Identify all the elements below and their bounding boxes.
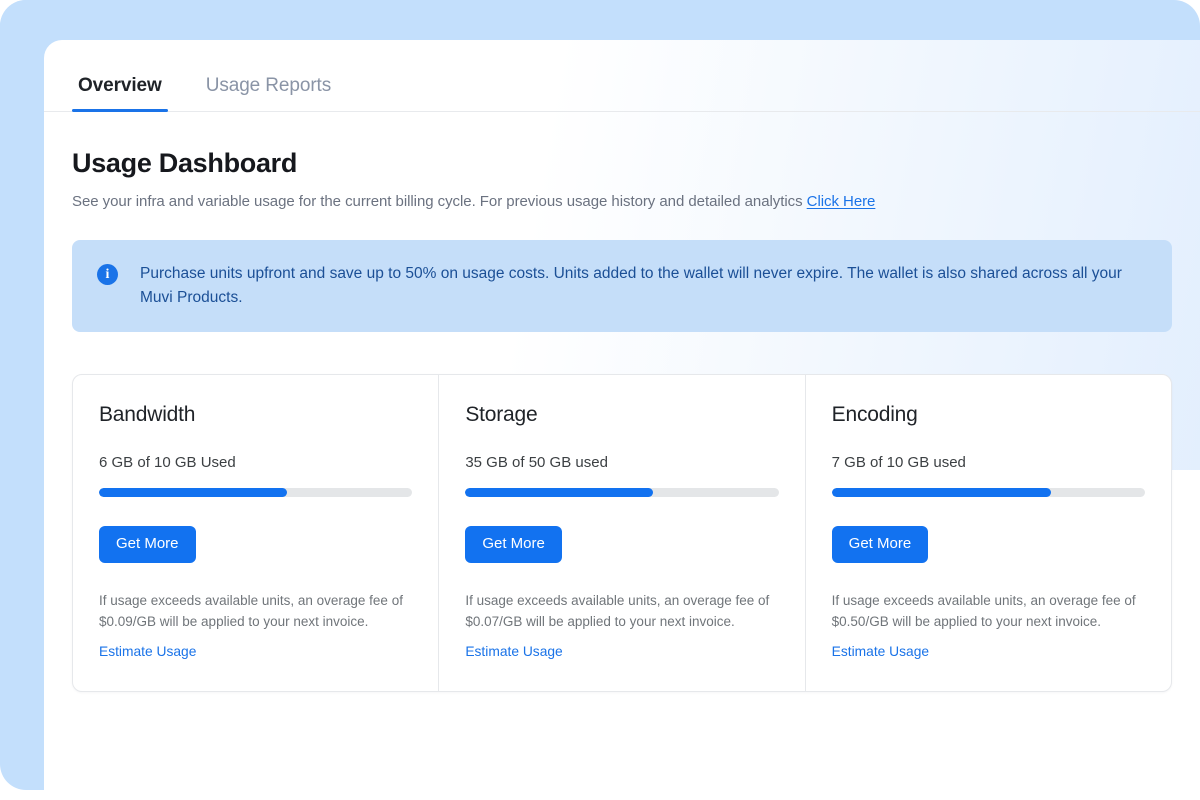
tab-usage-reports[interactable]: Usage Reports <box>200 76 337 111</box>
get-more-button-storage[interactable]: Get More <box>465 526 562 563</box>
progress-fill <box>465 488 654 498</box>
usage-card-encoding: Encoding 7 GB of 10 GB used Get More If … <box>806 375 1171 691</box>
estimate-usage-link-bandwidth[interactable]: Estimate Usage <box>99 644 196 659</box>
usage-cards: Bandwidth 6 GB of 10 GB Used Get More If… <box>72 374 1172 692</box>
info-banner-text: Purchase units upfront and save up to 50… <box>140 265 1122 307</box>
page-title: Usage Dashboard <box>72 148 298 178</box>
tab-bar: Overview Usage Reports <box>44 40 1200 112</box>
card-overage-note: If usage exceeds available units, an ove… <box>99 592 403 630</box>
estimate-usage-link-encoding[interactable]: Estimate Usage <box>832 644 929 659</box>
progress-fill <box>831 488 1051 498</box>
progress-bar-storage <box>465 488 779 498</box>
card-overage-note: If usage exceeds available units, an ove… <box>465 592 770 630</box>
info-icon: i <box>97 264 118 285</box>
card-title: Encoding <box>831 403 918 427</box>
page-subtitle: See your infra and variable usage for th… <box>72 193 1172 210</box>
card-usage-text: 35 GB of 50 GB used <box>465 454 608 472</box>
usage-card-storage: Storage 35 GB of 50 GB used Get More If … <box>439 375 806 691</box>
tab-overview[interactable]: Overview <box>72 75 168 112</box>
card-usage-text: 6 GB of 10 GB Used <box>99 454 236 472</box>
page-subtitle-text: See your infra and variable usage for th… <box>72 193 803 210</box>
tab-usage-reports-label: Usage Reports <box>205 75 332 96</box>
tab-overview-label: Overview <box>78 75 162 96</box>
page-content: Usage Dashboard See your infra and varia… <box>44 148 1200 692</box>
card-usage-text: 7 GB of 10 GB used <box>831 454 966 472</box>
card-title: Bandwidth <box>99 403 196 427</box>
card-title: Storage <box>465 403 538 427</box>
progress-bar-encoding <box>831 488 1145 498</box>
app-panel: Overview Usage Reports Usage Dashboard S… <box>44 40 1200 800</box>
card-overage-note: If usage exceeds available units, an ove… <box>831 592 1136 630</box>
get-more-button-encoding[interactable]: Get More <box>831 526 929 563</box>
estimate-usage-link-storage[interactable]: Estimate Usage <box>465 644 562 659</box>
progress-bar-bandwidth <box>99 488 413 498</box>
progress-fill <box>99 488 287 498</box>
info-banner: i Purchase units upfront and save up to … <box>72 240 1172 333</box>
usage-card-bandwidth: Bandwidth 6 GB of 10 GB Used Get More If… <box>73 375 440 691</box>
click-here-link[interactable]: Click Here <box>807 193 876 210</box>
get-more-button-bandwidth[interactable]: Get More <box>99 526 196 563</box>
